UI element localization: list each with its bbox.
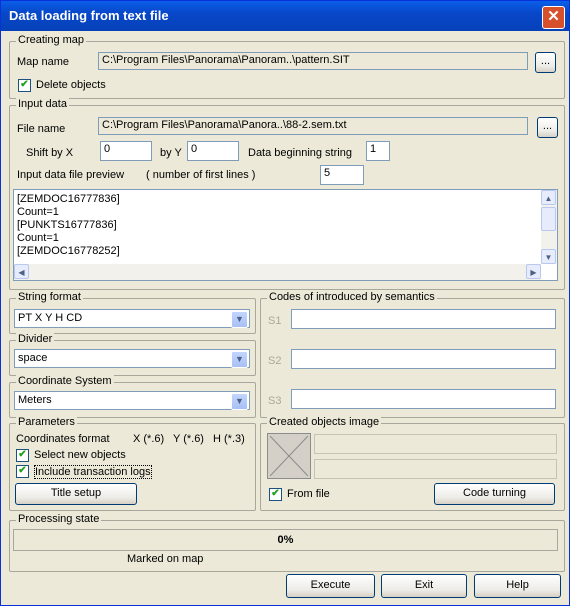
- first-lines-input[interactable]: 5: [320, 165, 364, 185]
- preview-line: [ZEMDOC16777836]: [17, 193, 120, 205]
- s3-input[interactable]: [291, 389, 556, 409]
- preview-line: [PUNKTS16777836]: [17, 219, 117, 231]
- parameters-group: Parameters Coordinates format X (*.6) Y …: [9, 416, 256, 511]
- shift-y-label: by Y: [160, 147, 182, 159]
- s2-label: S2: [268, 355, 282, 367]
- string-format-value: PT X Y H CD: [18, 312, 83, 324]
- dialog-window: Data loading from text file ✕ Creating m…: [0, 0, 570, 606]
- preview-horizontal-scrollbar[interactable]: ◀ ▶: [14, 264, 541, 280]
- coordinate-system-value: Meters: [18, 394, 52, 406]
- divider-select[interactable]: space ▼: [14, 349, 250, 368]
- x-format-label: X (*.6): [133, 433, 165, 445]
- title-bar[interactable]: Data loading from text file ✕: [1, 1, 569, 31]
- string-format-legend: String format: [16, 291, 83, 303]
- help-button[interactable]: Help: [474, 574, 561, 598]
- string-format-group: String format PT X Y H CD ▼: [9, 291, 256, 334]
- file-name-field[interactable]: C:\Program Files\Panorama\Panora..\88-2.…: [98, 117, 528, 135]
- from-file-label: From file: [287, 488, 330, 500]
- delete-objects-checkbox[interactable]: ✔: [18, 79, 31, 92]
- semantics-group: Codes of introduced by semantics S1 S2 S…: [260, 291, 565, 418]
- shift-x-label: Shift by X: [26, 147, 74, 159]
- chevron-down-icon[interactable]: ▼: [231, 311, 248, 328]
- divider-group: Divider space ▼: [9, 333, 256, 376]
- select-new-objects-label: Select new objects: [34, 449, 126, 461]
- scroll-thumb[interactable]: [541, 207, 556, 231]
- progress-text: 0%: [277, 534, 294, 546]
- include-logs-label: Include transaction logs: [34, 465, 152, 479]
- created-objects-group: Created objects image ✔ From file Code t…: [260, 416, 565, 511]
- divider-legend: Divider: [16, 333, 55, 345]
- progress-bar: 0%: [13, 529, 558, 551]
- map-name-field[interactable]: C:\Program Files\Panorama\Panoram..\patt…: [98, 52, 528, 70]
- creating-map-group: Creating map Map name C:\Program Files\P…: [9, 34, 565, 99]
- preview-line: [ZEMDOC16778252]: [17, 245, 120, 257]
- created-objects-legend: Created objects image: [267, 416, 382, 428]
- preview-label: Input data file preview: [17, 169, 125, 181]
- h-format-label: H (*.3): [213, 433, 245, 445]
- map-name-label: Map name: [17, 56, 69, 68]
- string-format-select[interactable]: PT X Y H CD ▼: [14, 309, 250, 328]
- s2-input[interactable]: [291, 349, 556, 369]
- parameters-legend: Parameters: [16, 416, 77, 428]
- creating-map-legend: Creating map: [16, 34, 87, 46]
- preview-textarea[interactable]: [ZEMDOC16777836] Count=1 [PUNKTS16777836…: [13, 189, 558, 281]
- scroll-up-icon[interactable]: ▲: [541, 190, 556, 205]
- exit-button[interactable]: Exit: [381, 574, 467, 598]
- scroll-right-icon[interactable]: ▶: [526, 264, 541, 279]
- s1-input[interactable]: [291, 309, 556, 329]
- processing-status-text: Marked on map: [127, 553, 204, 565]
- shift-x-input[interactable]: 0: [100, 141, 152, 161]
- preview-line: Count=1: [17, 232, 59, 244]
- coordinate-system-group: Coordinate System Meters ▼: [9, 375, 256, 418]
- delete-objects-label: Delete objects: [36, 79, 106, 91]
- window-title: Data loading from text file: [9, 8, 169, 23]
- include-logs-checkbox[interactable]: ✔: [16, 465, 29, 478]
- scroll-left-icon[interactable]: ◀: [14, 264, 29, 279]
- chevron-down-icon[interactable]: ▼: [231, 393, 248, 410]
- close-icon[interactable]: ✕: [542, 6, 565, 29]
- preview-line: Count=1: [17, 206, 59, 218]
- map-browse-button[interactable]: ...: [535, 52, 556, 73]
- file-browse-button[interactable]: ...: [537, 117, 558, 138]
- shift-y-input[interactable]: 0: [187, 141, 239, 161]
- preview-vertical-scrollbar[interactable]: ▲ ▼: [541, 190, 557, 264]
- input-data-legend: Input data: [16, 98, 69, 110]
- data-beginning-input[interactable]: 1: [366, 141, 390, 161]
- chevron-down-icon[interactable]: ▼: [231, 351, 248, 368]
- input-data-group: Input data File name C:\Program Files\Pa…: [9, 98, 565, 290]
- title-setup-button[interactable]: Title setup: [15, 483, 137, 505]
- first-lines-label: ( number of first lines ): [146, 169, 256, 181]
- coordinates-format-label: Coordinates format: [16, 433, 110, 445]
- code-turning-button[interactable]: Code turning: [434, 483, 555, 505]
- object-image-field-1: [314, 434, 557, 454]
- divider-value: space: [18, 352, 48, 364]
- s3-label: S3: [268, 395, 282, 407]
- y-format-label: Y (*.6): [173, 433, 204, 445]
- from-file-checkbox[interactable]: ✔: [269, 488, 282, 501]
- s1-label: S1: [268, 315, 282, 327]
- file-name-label: File name: [17, 123, 66, 135]
- object-image-field-2: [314, 459, 557, 479]
- object-image-placeholder-icon: [267, 433, 311, 479]
- execute-button[interactable]: Execute: [286, 574, 375, 598]
- select-new-objects-checkbox[interactable]: ✔: [16, 449, 29, 462]
- coordinate-system-select[interactable]: Meters ▼: [14, 391, 250, 410]
- coordinate-system-legend: Coordinate System: [16, 375, 114, 387]
- processing-state-group: Processing state 0% Marked on map: [9, 513, 565, 572]
- semantics-legend: Codes of introduced by semantics: [267, 291, 437, 303]
- scroll-down-icon[interactable]: ▼: [541, 249, 556, 264]
- data-beginning-label: Data beginning string: [248, 147, 352, 159]
- processing-state-legend: Processing state: [16, 513, 102, 525]
